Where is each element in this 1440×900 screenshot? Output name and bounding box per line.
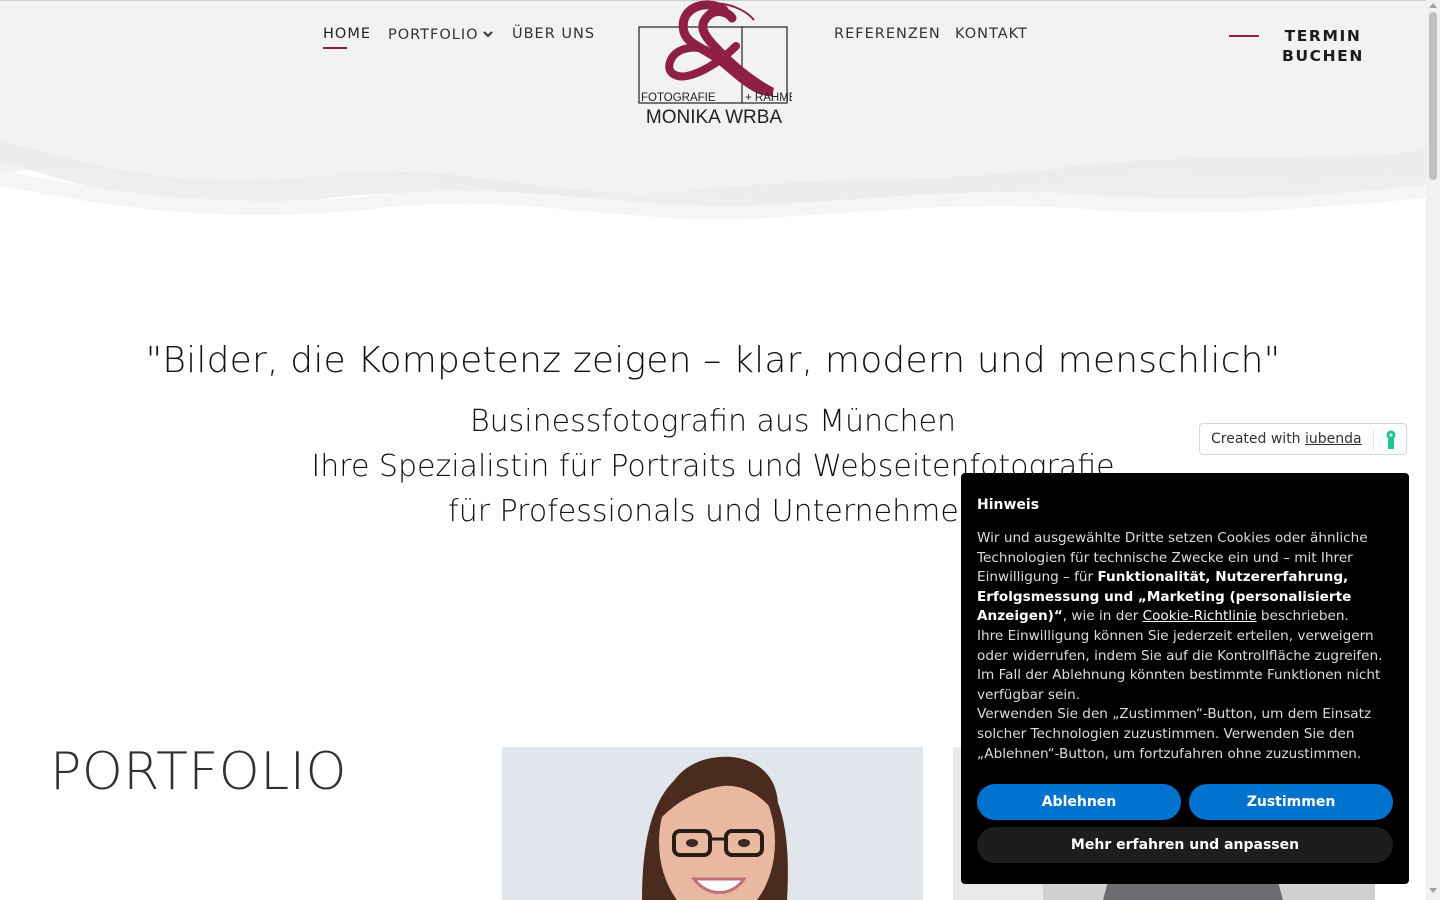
nav-ueber-uns[interactable]: ÜBER UNS <box>512 26 595 42</box>
nav-ueber-uns-label: ÜBER UNS <box>512 26 596 42</box>
cta-accent-line <box>1229 35 1259 37</box>
cookie-paragraph-1: Wir und ausgewählte Dritte setzen Cookie… <box>977 529 1393 627</box>
logo-graphic: FOTOGRAFIE + RAHMEN MONIKA WRBA <box>638 0 805 128</box>
nav-referenzen-label: REFERENZEN <box>834 26 941 42</box>
chevron-down-icon <box>482 26 493 42</box>
page-scrollbar[interactable] <box>1426 0 1440 900</box>
iubenda-link[interactable]: iubenda <box>1305 431 1362 447</box>
scroll-down-arrow-icon[interactable] <box>1429 888 1437 893</box>
nav-kontakt[interactable]: KONTAKT <box>955 26 1028 42</box>
cta-line-1: TERMIN <box>1284 27 1362 45</box>
portrait-woman-image <box>502 747 923 900</box>
logo-right-text: + RAHMEN <box>745 92 792 104</box>
portfolio-heading: PORTFOLIO <box>50 742 347 802</box>
portfolio-photo-woman[interactable] <box>502 747 923 900</box>
site-logo[interactable]: FOTOGRAFIE + RAHMEN MONIKA WRBA <box>636 0 805 128</box>
iubenda-icon <box>1386 430 1396 449</box>
hero-quote: "Bilder, die Kompetenz zeigen – klar, mo… <box>145 340 1281 381</box>
cookie-paragraph-3: Verwenden Sie den „Zustimmen“-Button, um… <box>977 706 1372 762</box>
reject-button[interactable]: Ablehnen <box>977 784 1181 820</box>
iubenda-prefix: Created with <box>1211 431 1301 447</box>
site-header: HOME PORTFOLIO ÜBER UNS REFERENZEN KONTA… <box>0 0 1426 230</box>
scroll-thumb[interactable] <box>1429 12 1437 180</box>
cookie-text: Wir und ausgewählte Dritte setzen Cookie… <box>977 529 1393 764</box>
cookie-p1-text-2: , wie in der <box>1062 608 1143 625</box>
scroll-up-arrow-icon[interactable] <box>1429 3 1437 8</box>
nav-home-label: HOME <box>323 26 371 42</box>
learn-more-button[interactable]: Mehr erfahren und anpassen <box>977 827 1393 863</box>
logo-name: MONIKA WRBA <box>646 107 783 128</box>
cookie-p1-text-3: beschrieben. <box>1256 608 1349 625</box>
nav-referenzen[interactable]: REFERENZEN <box>834 26 941 42</box>
iubenda-badge[interactable]: Created with iubenda <box>1199 423 1407 455</box>
cookie-banner: Hinweis Wir und ausgewählte Dritte setze… <box>961 473 1409 884</box>
cta-line-2: BUCHEN <box>1282 47 1364 65</box>
iubenda-separator <box>1373 430 1374 450</box>
nav-kontakt-label: KONTAKT <box>955 26 1028 42</box>
nav-portfolio[interactable]: PORTFOLIO <box>388 26 493 43</box>
iubenda-badge-text: Created with iubenda <box>1211 431 1362 447</box>
cookie-title: Hinweis <box>977 497 1040 513</box>
cookie-policy-link[interactable]: Cookie-Richtlinie <box>1143 608 1257 624</box>
active-underline <box>323 47 347 49</box>
cookie-paragraph-2: Ihre Einwilligung können Sie jederzeit e… <box>977 627 1383 703</box>
termin-buchen-button[interactable]: TERMIN BUCHEN <box>1272 26 1374 66</box>
nav-portfolio-label: PORTFOLIO <box>388 27 479 43</box>
accept-button[interactable]: Zustimmen <box>1189 784 1393 820</box>
nav-home[interactable]: HOME <box>323 26 371 49</box>
logo-left-text: FOTOGRAFIE <box>641 92 716 104</box>
